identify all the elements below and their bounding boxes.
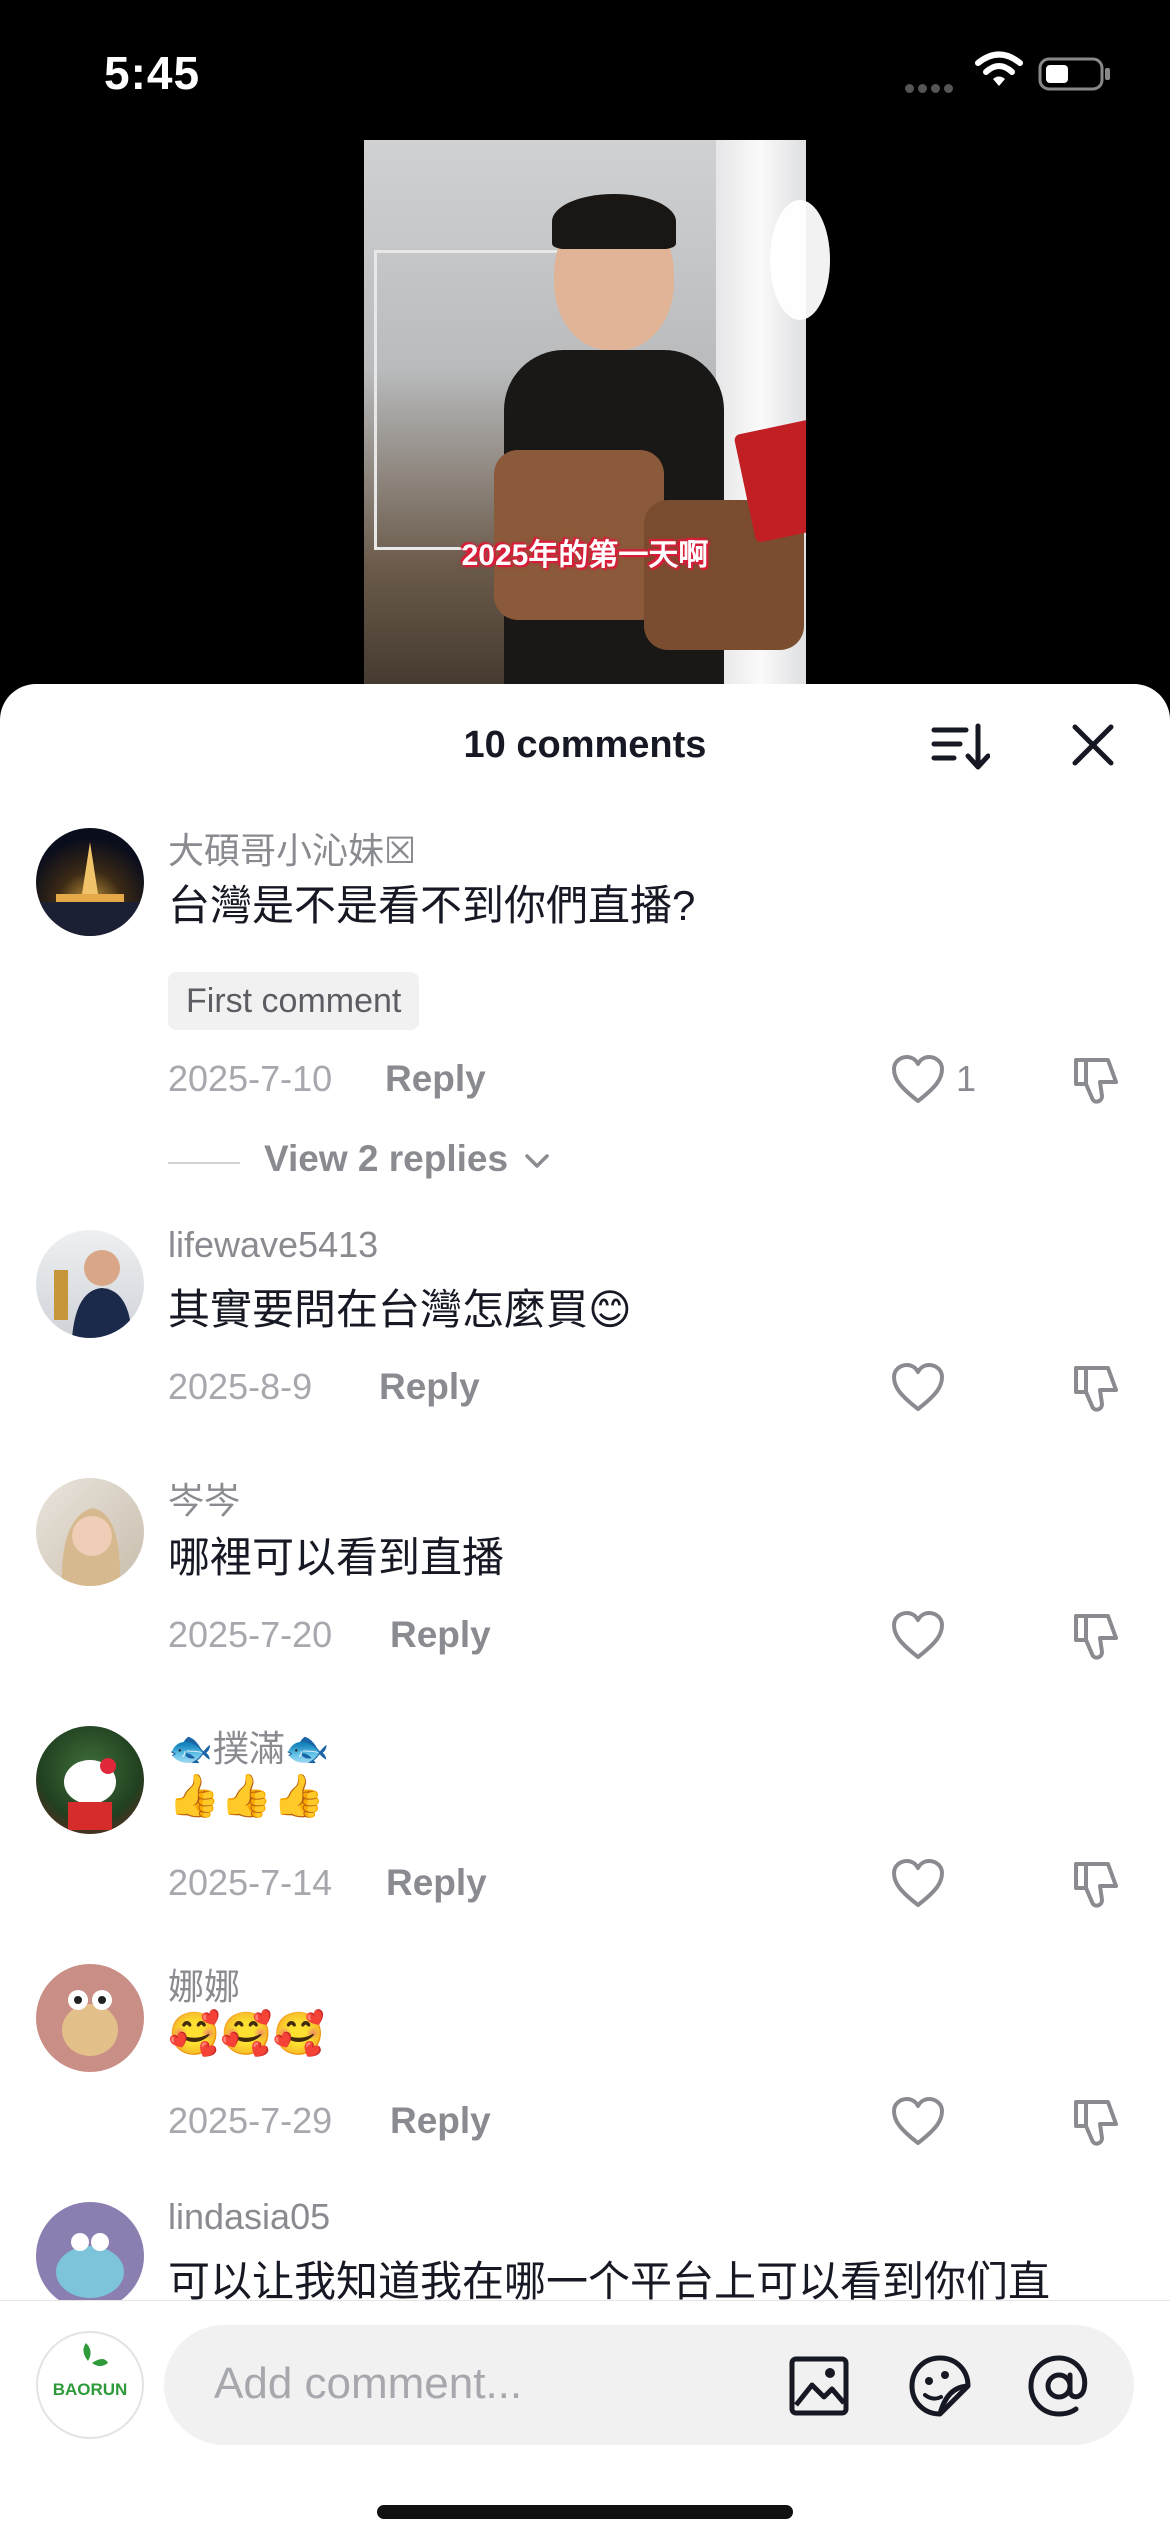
dislike-icon[interactable] [1068, 2094, 1124, 2150]
heart-icon[interactable] [890, 1362, 946, 1414]
status-time: 5:45 [104, 47, 201, 99]
battery-icon [1038, 57, 1110, 91]
heart-icon[interactable] [890, 2096, 946, 2148]
video-caption: 2025年的第一天啊 [461, 539, 709, 572]
signal-dots-icon [905, 80, 961, 93]
comment-text: 哪裡可以看到直播 [168, 1534, 505, 1581]
comment-username[interactable]: lindasia05 [168, 2196, 330, 2238]
comment-input[interactable] [214, 2359, 734, 2409]
dislike-icon[interactable] [1068, 1608, 1124, 1664]
avatar[interactable] [36, 2202, 144, 2302]
mention-icon[interactable] [1026, 2353, 1092, 2419]
comment-item: 岑岑 哪裡可以看到直播 2025-7-20 Reply [0, 1472, 1170, 1692]
comment-username[interactable]: 大碩哥小沁妹☒ [168, 822, 416, 874]
comment-username[interactable]: lifewave5413 [168, 1224, 378, 1266]
wifi-icon [975, 51, 1023, 86]
heart-icon[interactable] [890, 1610, 946, 1662]
chevron-down-icon [525, 1154, 550, 1168]
reply-button[interactable]: Reply [386, 1862, 487, 1904]
comment-text: 台灣是不是看不到你們直播? [168, 882, 696, 929]
image-icon[interactable] [786, 2353, 852, 2419]
heart-icon[interactable] [890, 1054, 946, 1106]
view-replies-button[interactable]: View 2 replies [264, 1138, 550, 1180]
first-comment-badge: First comment [168, 972, 420, 1030]
comment-input-container[interactable] [164, 2325, 1134, 2445]
reply-button[interactable]: Reply [390, 1614, 491, 1656]
sticker-icon[interactable] [907, 2353, 973, 2419]
view-replies-label: View 2 replies [264, 1138, 509, 1179]
comment-username[interactable]: 🐟撲滿🐟 [168, 1720, 330, 1772]
avatar-logo-text: BAORUN [53, 2380, 128, 2399]
dislike-icon[interactable] [1068, 1856, 1124, 1912]
comment-date: 2025-7-29 [168, 2100, 333, 2141]
home-indicator[interactable] [377, 2505, 793, 2519]
comment-item: lindasia05 可以让我知道我在哪一个平台上可以看到你们直 [0, 2196, 1170, 2302]
reply-button[interactable]: Reply [379, 1366, 480, 1408]
comment-text: 👍👍👍 [168, 1772, 325, 1819]
comment-date: 2025-7-20 [168, 1614, 333, 1655]
view-replies-line [168, 1162, 240, 1164]
close-icon[interactable] [1068, 720, 1118, 770]
comment-item: 🐟撲滿🐟 👍👍👍 2025-7-14 Reply [0, 1720, 1170, 1940]
reply-button[interactable]: Reply [390, 2100, 491, 2142]
comment-item: 娜娜 🥰🥰🥰 2025-7-29 Reply [0, 1958, 1170, 2178]
avatar[interactable] [36, 1964, 144, 2072]
comment-text: 其實要問在台灣怎麼買😊 [168, 1286, 632, 1333]
comment-item: 大碩哥小沁妹☒ 台灣是不是看不到你們直播? First comment 2025… [0, 804, 1170, 1194]
user-avatar[interactable]: BAORUN [36, 2331, 144, 2439]
comment-date: 2025-8-9 [168, 1366, 313, 1407]
comment-text: 🥰🥰🥰 [168, 2010, 325, 2057]
dislike-icon[interactable] [1068, 1360, 1124, 1416]
reply-button[interactable]: Reply [385, 1058, 486, 1100]
comment-text: 可以让我知道我在哪一个平台上可以看到你们直 [168, 2258, 1051, 2302]
comment-username[interactable]: 岑岑 [168, 1472, 240, 1524]
dislike-icon[interactable] [1068, 1052, 1124, 1108]
status-bar: 5:45 [0, 0, 1170, 140]
comment-item: lifewave5413 其實要問在台灣怎麼買😊 2025-8-9 Reply [0, 1224, 1170, 1444]
avatar[interactable] [36, 1726, 144, 1834]
video-person [494, 194, 806, 710]
comment-date: 2025-7-14 [168, 1862, 333, 1903]
avatar[interactable] [36, 1478, 144, 1586]
video-side-element [770, 200, 830, 320]
comment-username[interactable]: 娜娜 [168, 1958, 240, 2010]
comments-list[interactable]: 大碩哥小沁妹☒ 台灣是不是看不到你們直播? First comment 2025… [0, 804, 1170, 2302]
avatar[interactable] [36, 1230, 144, 1338]
avatar[interactable] [36, 828, 144, 936]
heart-icon[interactable] [890, 1858, 946, 1910]
sort-icon[interactable] [930, 720, 990, 776]
sheet-title: 10 comments [463, 724, 707, 766]
comments-sheet: 10 comments 大碩哥小沁妹☒ 台灣是不是看不到你們直播? First … [0, 684, 1170, 2532]
like-count: 1 [956, 1058, 977, 1099]
comment-composer: BAORUN [0, 2300, 1170, 2532]
sheet-header: 10 comments [0, 684, 1170, 804]
comment-date: 2025-7-10 [168, 1058, 333, 1099]
video-player[interactable]: 2025年的第一天啊 [364, 140, 806, 710]
